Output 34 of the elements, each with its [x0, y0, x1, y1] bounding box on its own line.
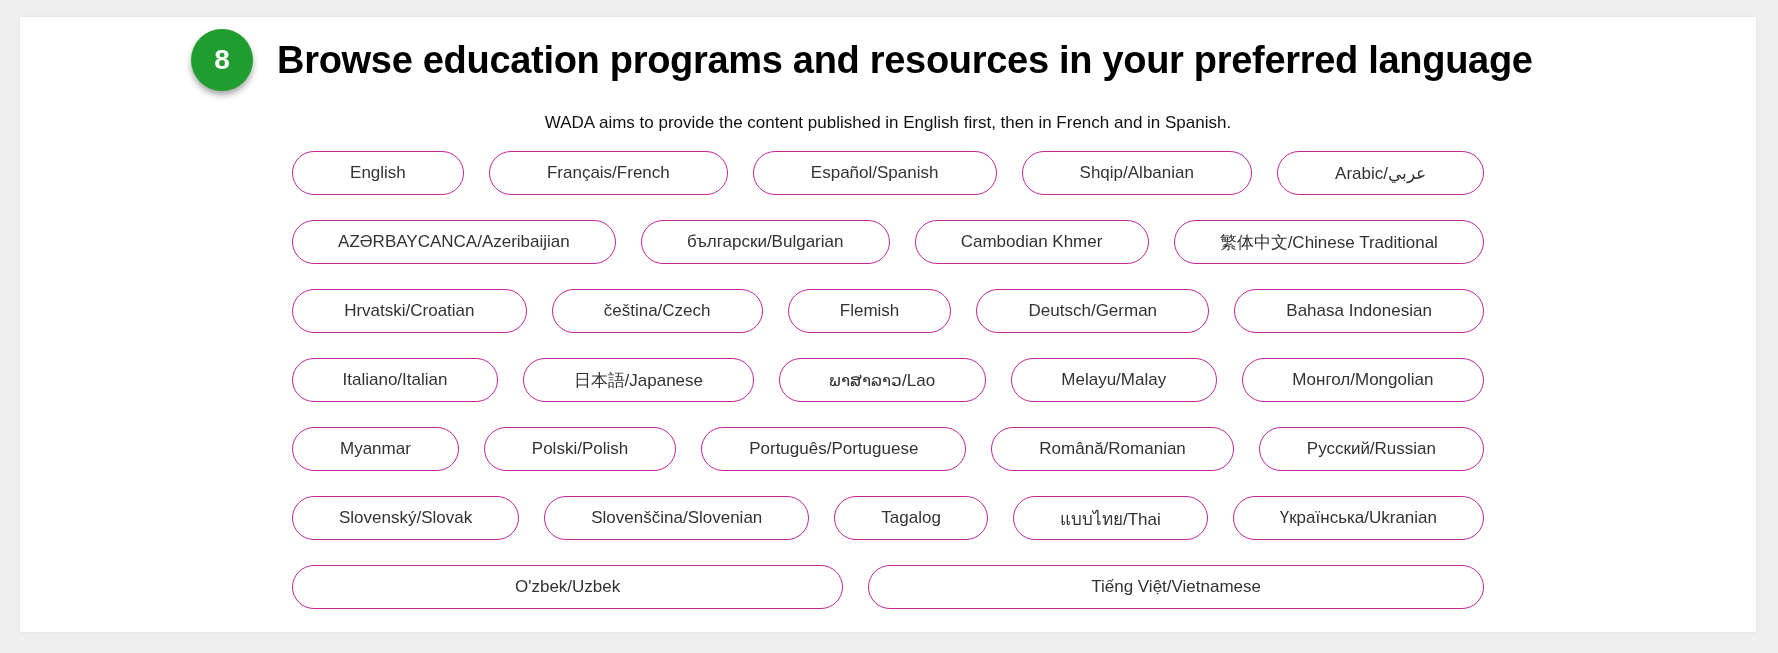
- language-button[interactable]: Español/Spanish: [752, 151, 997, 195]
- language-button[interactable]: Arabic/عربي: [1277, 151, 1485, 195]
- language-button[interactable]: Deutsch/German: [976, 289, 1210, 333]
- language-button[interactable]: Português/Portuguese: [701, 427, 967, 471]
- language-button[interactable]: AZƏRBAYCANCA/Azeribaijian: [292, 220, 616, 264]
- language-button[interactable]: Shqip/Albanian: [1021, 151, 1252, 195]
- language-button[interactable]: Slovenský/Slovak: [292, 496, 520, 540]
- language-button[interactable]: ພາສາລາວ/Lao: [778, 358, 986, 402]
- language-button[interactable]: Melayu/Malay: [1010, 358, 1217, 402]
- language-button[interactable]: Română/Romanian: [991, 427, 1234, 471]
- language-button[interactable]: Үкраїнська/Ukranian: [1232, 496, 1485, 540]
- language-button[interactable]: 日本語/Japanese: [523, 358, 754, 402]
- intro-text: WADA aims to provide the content published in English first, then in French and in Spanish.: [543, 113, 1233, 133]
- language-button[interactable]: čeština/Czech: [551, 289, 763, 333]
- language-button[interactable]: Slovenščina/Slovenian: [544, 496, 810, 540]
- language-button[interactable]: Polski/Polish: [483, 427, 677, 471]
- language-button[interactable]: O'zbek/Uzbek: [292, 565, 844, 609]
- language-button[interactable]: Bahasa Indonesian: [1234, 289, 1484, 333]
- language-button[interactable]: Cambodian Khmer: [914, 220, 1149, 264]
- language-button[interactable]: Русский/Russian: [1258, 427, 1484, 471]
- language-button[interactable]: Flemish: [787, 289, 952, 333]
- language-button[interactable]: български/Bulgarian: [640, 220, 890, 264]
- language-button[interactable]: Монгол/Mongolian: [1241, 358, 1484, 402]
- language-button[interactable]: English: [292, 151, 464, 195]
- language-button[interactable]: แบบไทย/Thai: [1012, 496, 1208, 540]
- language-button[interactable]: Français/French: [488, 151, 728, 195]
- language-button[interactable]: Myanmar: [292, 427, 459, 471]
- language-button[interactable]: Tiếng Việt/Vietnamese: [868, 565, 1484, 609]
- language-button[interactable]: Hrvatski/Croatian: [292, 289, 527, 333]
- language-button[interactable]: 繁体中文/Chinese Traditional: [1173, 220, 1484, 264]
- step-badge: 8: [191, 29, 253, 91]
- language-button[interactable]: Tagalog: [834, 496, 988, 540]
- language-button[interactable]: Italiano/Italian: [292, 358, 498, 402]
- section-title: Browse education programs and resources in your preferred language: [277, 38, 1533, 82]
